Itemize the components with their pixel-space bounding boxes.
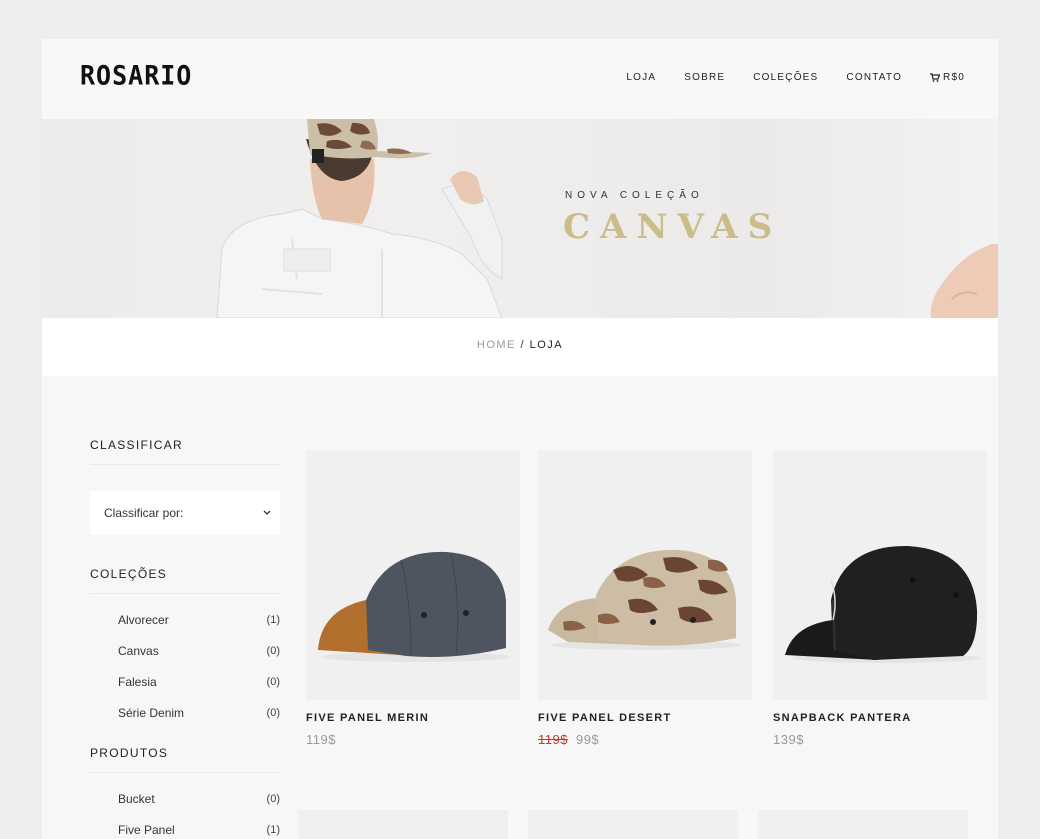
collection-item[interactable]: Canvas (0) [90, 635, 280, 666]
products-heading: PRODUTOS [90, 746, 280, 773]
product-types-list: Bucket (0) Five Panel (1) [90, 783, 280, 839]
collection-count: (1) [266, 613, 280, 626]
cart-icon [930, 73, 941, 82]
hero-subtitle: NOVA COLEÇÃO [565, 190, 704, 201]
breadcrumb-home[interactable]: HOME [477, 339, 516, 351]
collection-item[interactable]: Alvorecer (1) [90, 604, 280, 635]
product-type-count: (0) [266, 792, 280, 805]
product-current-price: 139$ [773, 732, 804, 747]
collection-item[interactable]: Falesia (0) [90, 666, 280, 697]
product-image[interactable] [773, 450, 987, 700]
breadcrumb-current: LOJA [529, 339, 564, 351]
product-card[interactable]: SNAPBACK PANTERA 139$ [773, 450, 987, 747]
nav-item-colecoes[interactable]: COLEÇÕES [753, 72, 818, 83]
product-name[interactable]: SNAPBACK PANTERA [773, 712, 987, 724]
product-price: 119$ [306, 732, 520, 747]
collection-count: (0) [266, 675, 280, 688]
main-nav: LOJA SOBRE COLEÇÕES CONTATO R$0 [598, 72, 965, 83]
nav-item-contato[interactable]: CONTATO [846, 72, 902, 83]
product-type-item[interactable]: Five Panel (1) [90, 814, 280, 839]
page-frame: ROSARIO LOJA SOBRE COLEÇÕES CONTATO R$0 [42, 39, 998, 839]
sort-select[interactable]: Classificar por: [90, 491, 280, 535]
product-type-label: Bucket [118, 791, 155, 806]
collection-item[interactable]: Série Denim (0) [90, 697, 280, 728]
sidebar: CLASSIFICAR Classificar por: COLEÇÕES Al… [90, 376, 280, 839]
product-type-item[interactable]: Bucket (0) [90, 783, 280, 814]
cap-pantera-image [785, 545, 980, 663]
breadcrumb: HOME / LOJA [42, 318, 998, 376]
product-price: 139$ [773, 732, 987, 747]
product-type-count: (1) [266, 823, 280, 836]
collections-list: Alvorecer (1) Canvas (0) Falesia (0) Série … [90, 604, 280, 728]
product-image[interactable] [538, 450, 752, 700]
product-name[interactable]: FIVE PANEL DESERT [538, 712, 752, 724]
logo[interactable]: ROSARIO [80, 60, 192, 90]
collection-label: Alvorecer [118, 612, 169, 627]
product-current-price: 99$ [575, 732, 600, 747]
cap-desert-image [548, 549, 741, 650]
collection-label: Falesia [118, 674, 157, 689]
collection-label: Série Denim [118, 705, 185, 720]
nav-item-sobre[interactable]: SOBRE [684, 72, 725, 83]
breadcrumb-separator: / [520, 339, 526, 351]
product-current-price: 119$ [306, 732, 336, 747]
collection-count: (0) [266, 706, 280, 719]
chevron-down-icon [263, 510, 271, 515]
sort-heading: CLASSIFICAR [90, 438, 280, 465]
cap-merin-image [318, 551, 511, 662]
sort-select-value: Classificar por: [104, 506, 184, 520]
hero-title: CANVAS [563, 207, 783, 247]
nav-item-loja[interactable]: LOJA [626, 72, 656, 83]
product-name[interactable]: FIVE PANEL MERIN [306, 712, 520, 724]
product-card[interactable]: FIVE PANEL DESERT 119$ 99$ [538, 450, 752, 747]
hero-model-image [216, 119, 503, 318]
product-card-placeholder [298, 810, 508, 839]
hero-arm-image [930, 244, 998, 318]
collection-label: Canvas [118, 643, 159, 658]
hero-banner: NOVA COLEÇÃO CANVAS [42, 119, 998, 318]
collection-count: (0) [266, 644, 280, 657]
site-header: ROSARIO LOJA SOBRE COLEÇÕES CONTATO R$0 [42, 39, 998, 119]
product-image[interactable] [306, 450, 520, 700]
cart-link[interactable]: R$0 [930, 72, 965, 83]
product-card[interactable]: FIVE PANEL MERIN 119$ [306, 450, 520, 747]
collections-heading: COLEÇÕES [90, 567, 280, 594]
product-type-label: Five Panel [118, 822, 175, 837]
product-card-placeholder [758, 810, 968, 839]
cart-total: R$0 [943, 72, 965, 83]
product-card-placeholder [528, 810, 738, 839]
product-old-price: 119$ [538, 732, 568, 747]
product-price: 119$ 99$ [538, 732, 752, 747]
